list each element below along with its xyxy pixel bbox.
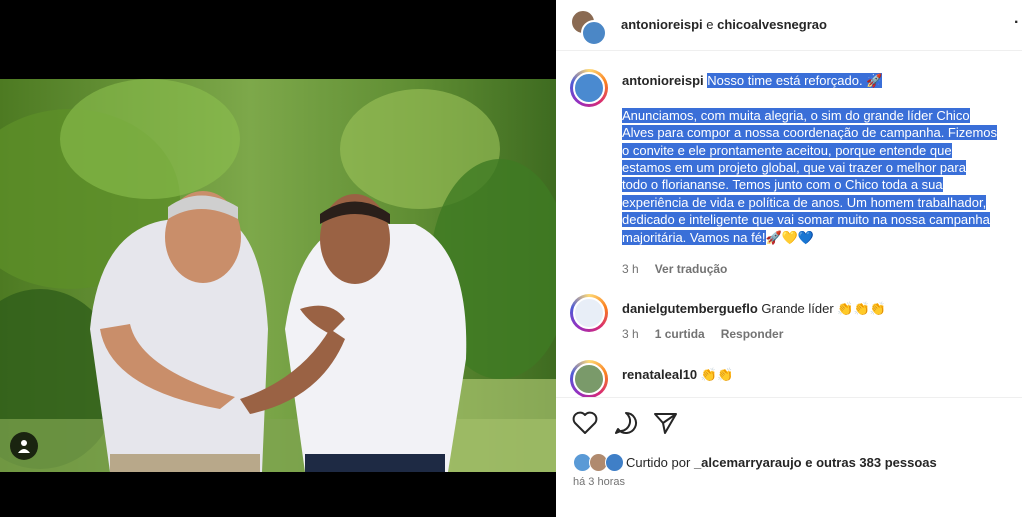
header-user-link[interactable]: antonioreispi [621,17,703,32]
more-options-button[interactable]: · [1014,14,1019,32]
post-panel: antonioreispi e chicoalvesnegrao · anton… [556,0,1022,517]
share-icon[interactable] [653,411,679,435]
header-usernames: antonioreispi e chicoalvesnegrao [621,17,827,32]
avatar [573,297,605,329]
avatar [581,20,607,46]
comment-icon[interactable] [613,411,639,435]
post-header: antonioreispi e chicoalvesnegrao · [556,0,1022,51]
post-actions: Curtido por _alcemarryaraujo e outras 38… [556,397,1022,518]
comment-time: 3 h [622,327,639,341]
caption-avatar[interactable] [570,69,608,107]
comment-avatar[interactable] [570,360,608,397]
post-timestamp[interactable]: há 3 horas [573,476,625,488]
more-icon: · [1014,14,1020,31]
comment-text: 👏👏 [700,367,734,382]
heart-icon[interactable] [572,411,598,435]
comment-username[interactable]: danielgutembergueflo [622,301,758,316]
person-tag-icon [18,440,30,453]
caption-body-line: experiência de vida e política de anos. … [622,194,987,210]
header-joiner: e [706,17,714,32]
caption-body-line: todo o floriananse. Temos junto com o Ch… [622,177,943,193]
post-photo[interactable] [0,79,556,472]
likes-summary: Curtido por _alcemarryaraujo e outras 38… [626,455,937,470]
caption-body-line: Anunciamos, com muita alegria, o sim do … [622,107,970,123]
collab-avatars[interactable] [571,10,607,46]
avatar [573,363,605,395]
liked-user-link[interactable]: _alcemarryaraujo [694,455,802,470]
comment: danielgutembergueflo Grande líder 👏👏👏 [622,301,886,317]
avatar [573,72,605,104]
comments-area[interactable]: antonioreispi Nosso time está reforçado.… [556,51,1022,397]
comment-likes[interactable]: 1 curtida [655,327,705,341]
post-media [0,0,556,517]
comment-username[interactable]: renataleal10 [622,367,697,382]
caption-end-emojis: 🚀💛💙 [765,229,815,245]
caption-body-line: dedicado e inteligente que vai somar mui… [622,212,990,228]
caption-body-line: majoritária. Vamos na fé! [622,229,766,245]
caption-body-line: Alves para compor a nossa coordenação de… [622,125,998,141]
reply-button[interactable]: Responder [721,327,784,341]
tagged-people-button[interactable] [10,432,38,460]
caption-time: 3 h [622,262,639,276]
comment-text: Grande líder 👏👏👏 [761,301,886,316]
comment-meta: 3 h 1 curtida Responder [622,327,799,341]
caption-body-line: estamos em um projeto global, que vai tr… [622,160,966,176]
caption-username[interactable]: antonioreispi [622,73,704,88]
see-translation-link[interactable]: Ver tradução [655,262,728,276]
liker-avatar [605,453,624,472]
comment: renataleal10 👏👏 [622,367,733,383]
caption-meta: 3 h Ver tradução [622,262,743,276]
liked-suffix[interactable]: e outras 383 pessoas [805,455,937,470]
comment-avatar[interactable] [570,294,608,332]
rocket-icon: 🚀 [866,73,883,88]
caption-title-text: Nosso time está reforçado. [707,73,863,88]
caption-body-line: o convite e ele prontamente aceitou, por… [622,142,952,158]
caption: antonioreispi Nosso time está reforçado.… [622,72,1020,246]
caption-title: Nosso time está reforçado. 🚀 [707,73,883,88]
liked-prefix: Curtido por [626,455,691,470]
post-photo-image [0,79,556,472]
header-user-link[interactable]: chicoalvesnegrao [717,17,827,32]
